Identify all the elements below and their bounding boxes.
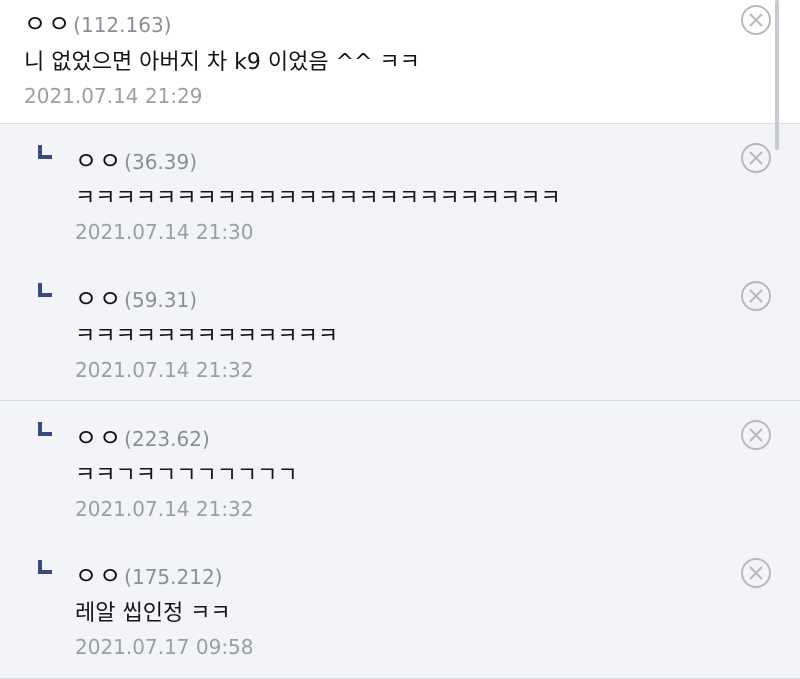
reply-comment: ㅇㅇ (36.39) ㅋㅋㅋㅋㅋㅋㅋㅋㅋㅋㅋㅋㅋㅋㅋㅋㅋㅋㅋㅋㅋㅋㅋㅋ 2021… [0,124,800,263]
delete-button[interactable] [740,557,772,589]
reply-arrow-icon [38,145,52,159]
comment-text: 레알 씹인정 ㅋㅋ [75,601,231,626]
delete-button[interactable] [740,4,772,36]
nickname[interactable]: ㅇㅇ [75,556,123,591]
reply-comment: ㅇㅇ (59.31) ㅋㅋㅋㅋㅋㅋㅋㅋㅋㅋㅋㅋㅋ 2021.07.14 21:3… [0,262,800,401]
close-circle-icon [741,281,771,311]
comment-text: ㅋㅋㅋㅋㅋㅋㅋㅋㅋㅋㅋㅋㅋㅋㅋㅋㅋㅋㅋㅋㅋㅋㅋㅋ [75,186,561,211]
ip-address: (36.39) [124,150,198,174]
close-circle-icon [741,5,771,35]
comment-date: 2021.07.14 21:29 [24,84,203,108]
reply-arrow-icon [38,283,52,297]
ip-address: (223.62) [124,427,210,451]
reply-comment: ㅇㅇ (223.62) ㅋㅋㄱㅋㄱㄱㄱㄱㄱㄱㄱ 2021.07.14 21:32 [0,401,800,540]
scrollbar-thumb[interactable] [775,0,779,150]
comment-author: ㅇㅇ (59.31) [75,279,197,314]
close-circle-icon [741,558,771,588]
comment-author: ㅇㅇ (112.163) [24,4,171,39]
comment-date: 2021.07.14 21:30 [75,220,254,244]
nickname[interactable]: ㅇㅇ [75,418,123,453]
comment-author: ㅇㅇ (223.62) [75,418,210,453]
delete-button[interactable] [740,280,772,312]
close-circle-icon [741,143,771,173]
comment: ㅇㅇ (112.163) 니 없었으면 아버지 차 k9 이었음 ^^ ㅋㅋ 2… [0,0,800,124]
comment-date: 2021.07.17 09:58 [75,635,254,659]
ip-address: (175.212) [124,565,223,589]
comment-author: ㅇㅇ (36.39) [75,141,197,176]
comment-text: 니 없었으면 아버지 차 k9 이었음 ^^ ㅋㅋ [24,50,420,75]
delete-button[interactable] [740,142,772,174]
comment-text: ㅋㅋㄱㅋㄱㄱㄱㄱㄱㄱㄱ [75,463,298,488]
comment-date: 2021.07.14 21:32 [75,358,254,382]
nickname[interactable]: ㅇㅇ [75,279,123,314]
reply-arrow-icon [38,560,52,574]
reply-comment: ㅇㅇ (175.212) 레알 씹인정 ㅋㅋ 2021.07.17 09:58 [0,539,800,679]
reply-arrow-icon [38,422,52,436]
comment-text: ㅋㅋㅋㅋㅋㅋㅋㅋㅋㅋㅋㅋㅋ [75,324,339,349]
ip-address: (59.31) [124,288,198,312]
nickname[interactable]: ㅇㅇ [75,141,123,176]
comment-list: ㅇㅇ (112.163) 니 없었으면 아버지 차 k9 이었음 ^^ ㅋㅋ 2… [0,0,800,679]
close-circle-icon [741,420,771,450]
nickname[interactable]: ㅇㅇ [24,4,72,39]
comment-author: ㅇㅇ (175.212) [75,556,222,591]
comment-date: 2021.07.14 21:32 [75,497,254,521]
ip-address: (112.163) [73,13,172,37]
delete-button[interactable] [740,419,772,451]
